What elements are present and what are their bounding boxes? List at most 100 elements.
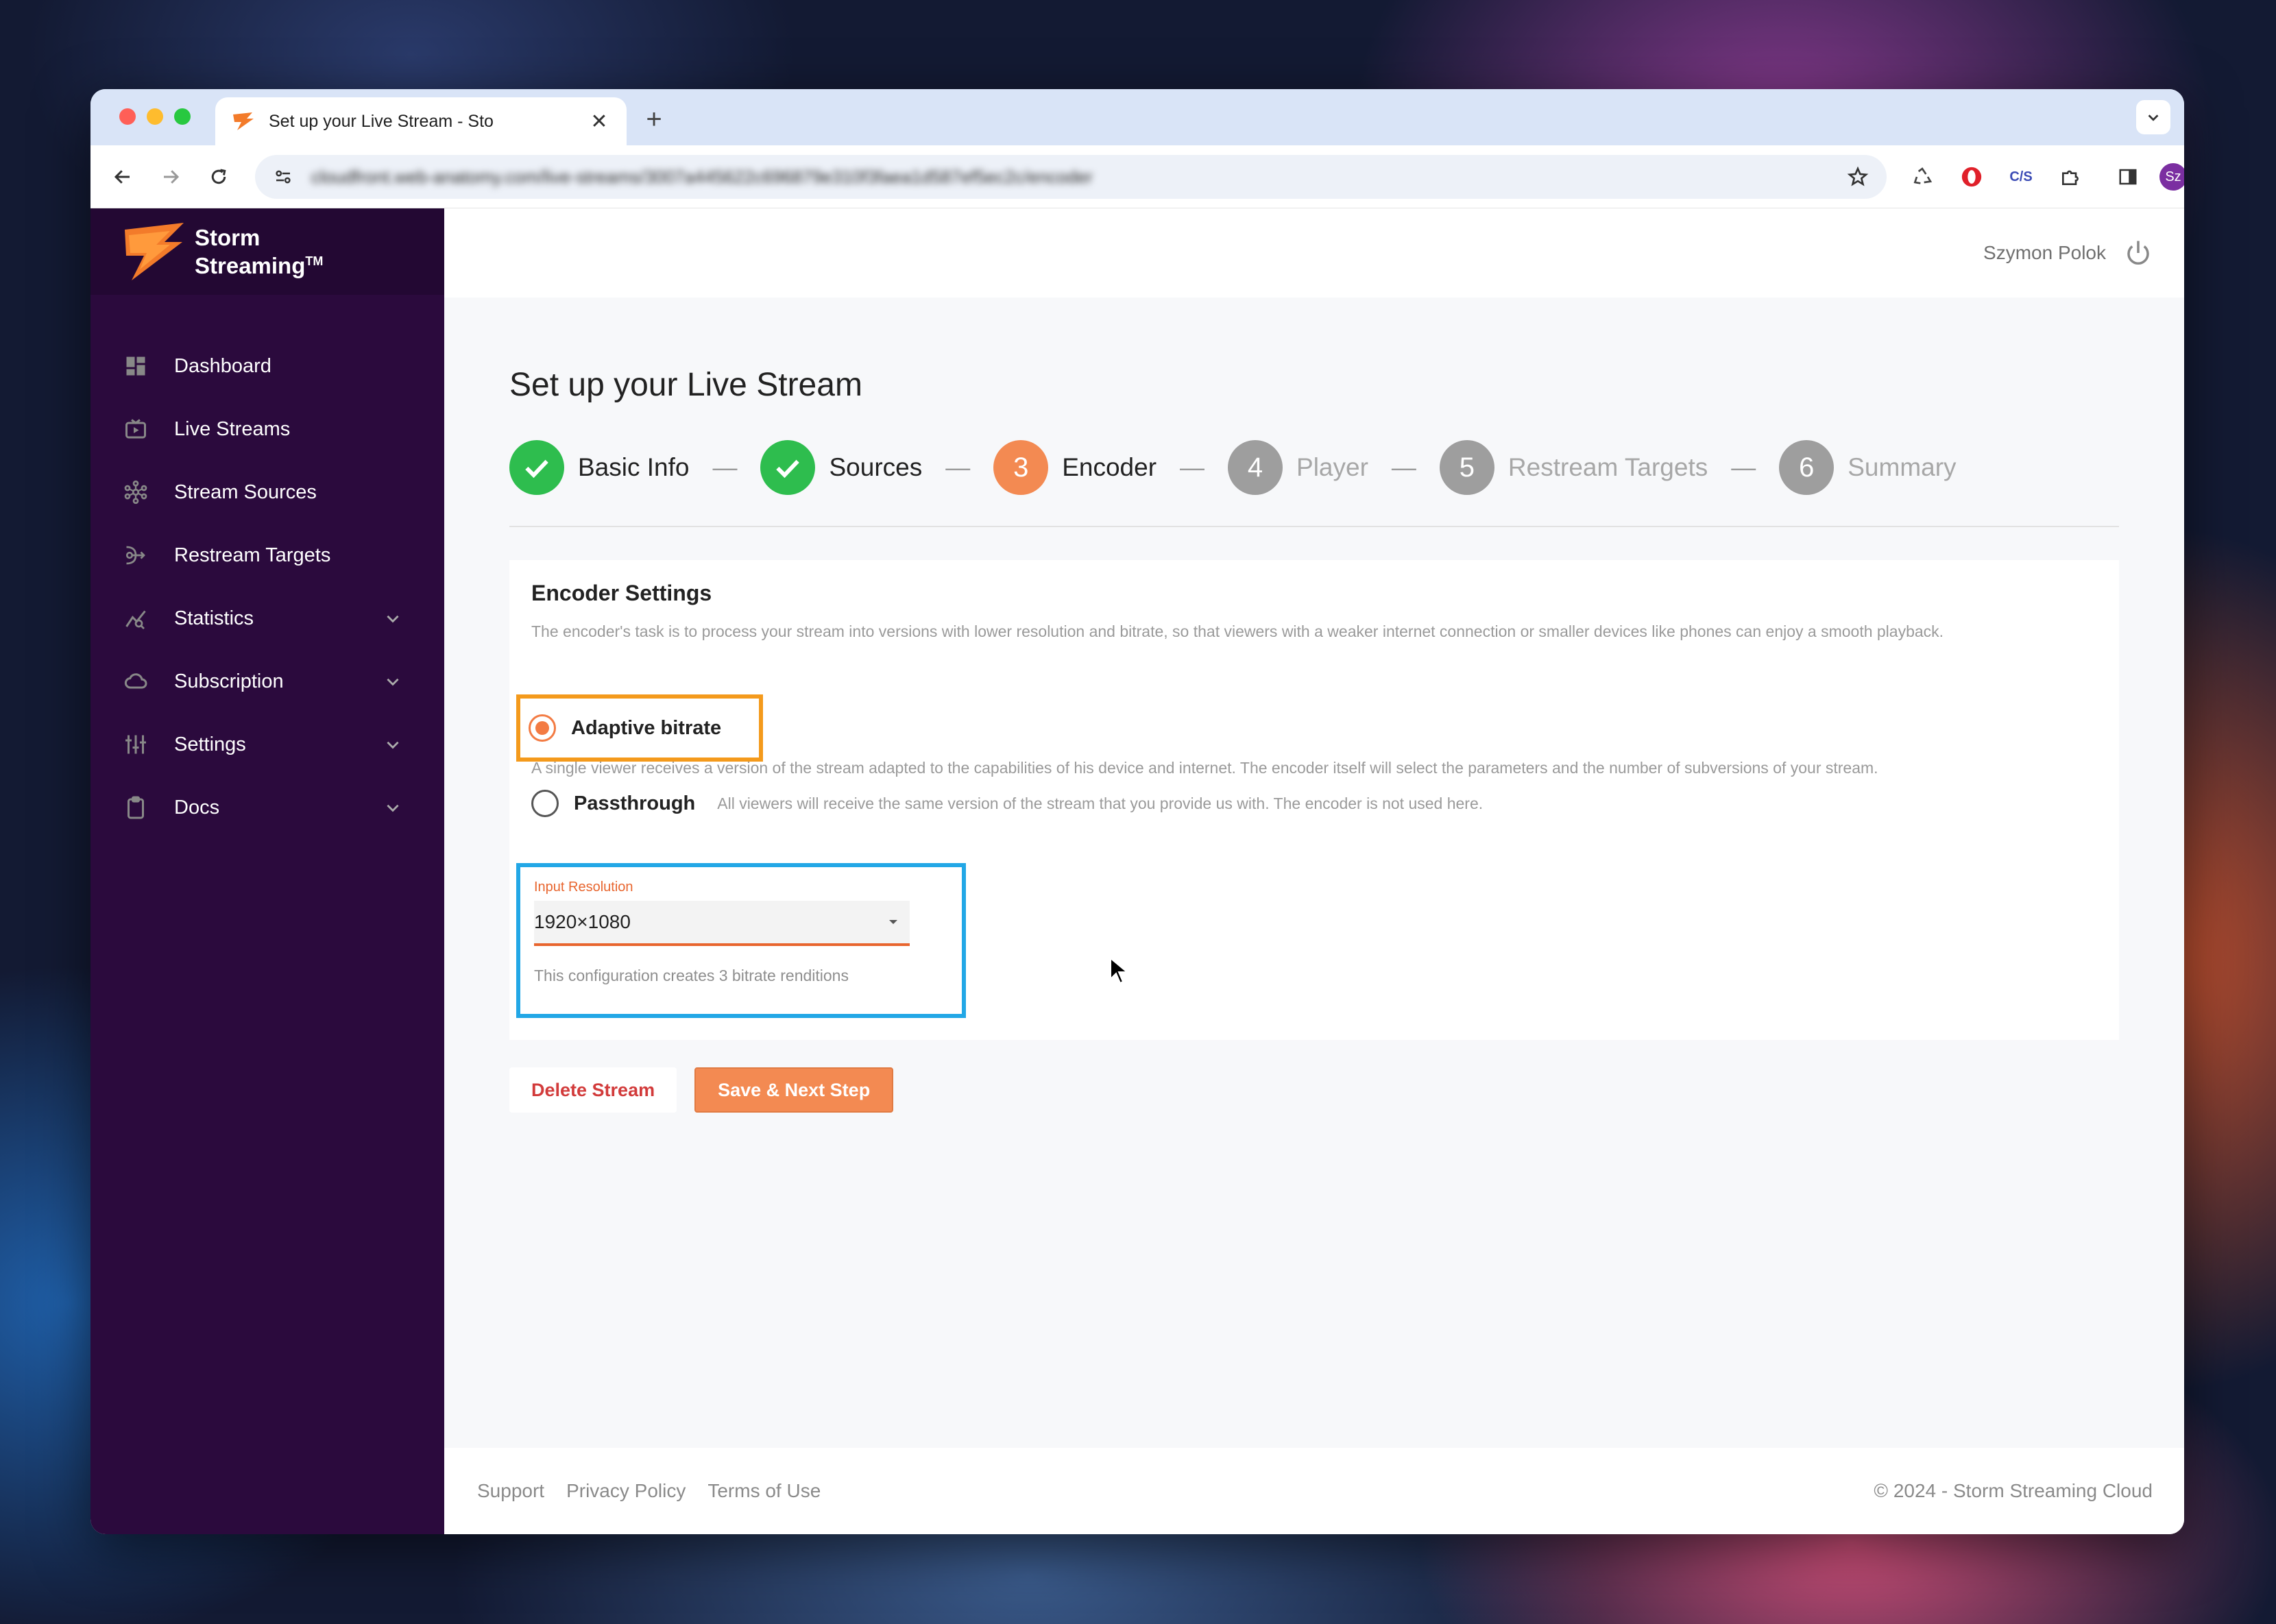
sidebar-item-label: Restream Targets [174, 544, 331, 566]
footer-link-privacy-policy[interactable]: Privacy Policy [566, 1480, 686, 1502]
reload-button[interactable] [203, 161, 234, 193]
minimize-window-button[interactable] [147, 108, 163, 125]
new-tab-button[interactable]: + [639, 104, 669, 134]
tab-title: Set up your Live Stream - Sto [269, 111, 494, 131]
sidebar-item-docs[interactable]: Docs [90, 776, 444, 839]
main-content: Szymon Polok Set up your Live Stream Bas… [444, 208, 2184, 1534]
save-next-step-button[interactable]: Save & Next Step [694, 1067, 894, 1113]
sidebar-item-stream-sources[interactable]: Stream Sources [90, 461, 444, 524]
sidebar-item-label: Settings [174, 733, 246, 755]
arrow-right-icon [164, 170, 180, 184]
page-content: Set up your Live Stream Basic Info — Sou… [444, 366, 2184, 1113]
footer-link-terms-of-use[interactable]: Terms of Use [707, 1480, 821, 1502]
sidebar-item-label: Statistics [174, 607, 254, 629]
side-panel-button[interactable] [2113, 162, 2143, 192]
radio-adaptive-bitrate[interactable] [529, 714, 556, 742]
step-number: 4 [1228, 440, 1283, 495]
restream-targets-icon [122, 542, 149, 569]
back-button[interactable] [107, 161, 138, 193]
step-separator: — [945, 453, 971, 481]
step-player[interactable]: 4 Player [1228, 440, 1368, 495]
radio-passthrough[interactable] [531, 790, 559, 817]
tab-search-button[interactable] [2136, 100, 2170, 134]
mouse-cursor-icon [1110, 957, 1128, 984]
browser-toolbar: cloudfront.web-anatomy.com/live-streams/… [90, 145, 2184, 208]
power-icon[interactable] [2124, 239, 2153, 267]
step-basic-info[interactable]: Basic Info [509, 440, 689, 495]
passthrough-description: All viewers will receive the same versio… [717, 794, 1484, 812]
extension-cs-button[interactable]: C/S [2006, 162, 2036, 192]
sidebar-item-settings[interactable]: Settings [90, 713, 444, 776]
url-text[interactable]: cloudfront.web-anatomy.com/live-streams/… [311, 167, 1829, 188]
input-resolution-select[interactable]: 1920×1080 [534, 901, 910, 946]
page-title: Set up your Live Stream [509, 367, 862, 403]
chevron-down-icon [387, 678, 399, 686]
step-number: 5 [1439, 440, 1494, 495]
sidebar-item-dashboard[interactable]: Dashboard [90, 335, 444, 398]
adaptive-bitrate-label[interactable]: Adaptive bitrate [571, 717, 721, 740]
sidebar-item-label: Docs [174, 796, 220, 819]
user-name[interactable]: Szymon Polok [1983, 242, 2106, 264]
browser-tab-active[interactable]: Set up your Live Stream - Sto ✕ [215, 97, 627, 145]
brand-line-1: Storm [195, 224, 261, 250]
sidebar: Storm StreamingTM Dashboard Live Streams [90, 208, 444, 1534]
step-separator: — [1391, 453, 1416, 481]
footer-link-support[interactable]: Support [477, 1480, 544, 1502]
sidebar-item-subscription[interactable]: Subscription [90, 650, 444, 713]
passthrough-option[interactable]: Passthrough All viewers will receive the… [531, 790, 1483, 817]
browser-window: Set up your Live Stream - Sto ✕ + cloudf… [90, 89, 2184, 1534]
check-icon [760, 440, 816, 495]
extensions-button[interactable] [2055, 162, 2085, 192]
forward-button[interactable] [155, 161, 186, 193]
sidebar-item-restream-targets[interactable]: Restream Targets [90, 524, 444, 587]
brand-name: Storm StreamingTM [195, 226, 323, 278]
chevron-down-icon [387, 804, 399, 812]
step-separator: — [1731, 453, 1756, 481]
extension-opera-button[interactable] [1957, 162, 1987, 192]
input-resolution-label: Input Resolution [534, 880, 633, 895]
step-label: Restream Targets [1508, 453, 1708, 481]
opera-icon [1961, 167, 1982, 187]
step-number: 6 [1779, 440, 1835, 495]
puzzle-icon [2062, 170, 2079, 185]
sidebar-item-live-streams[interactable]: Live Streams [90, 398, 444, 461]
sidebar-item-statistics[interactable]: Statistics [90, 587, 444, 650]
sidebar-item-label: Dashboard [174, 354, 271, 377]
step-restream-targets[interactable]: 5 Restream Targets [1439, 440, 1708, 495]
encoder-settings-description: The encoder's task is to process your st… [531, 622, 1944, 640]
delete-stream-button[interactable]: Delete Stream [509, 1067, 677, 1113]
step-label: Basic Info [578, 453, 690, 481]
brand-logo[interactable]: Storm StreamingTM [90, 208, 444, 295]
brand-trademark: TM [305, 254, 324, 268]
check-icon [509, 440, 564, 495]
site-settings-icon[interactable] [273, 167, 293, 187]
star-bookmark-icon[interactable] [1847, 166, 1869, 188]
sidebar-menu: Dashboard Live Streams Stream Sources Re… [90, 335, 444, 839]
chevron-down-icon [2148, 114, 2159, 121]
input-resolution-value: 1920×1080 [534, 911, 631, 932]
encoder-settings-card: Encoder Settings The encoder's task is t… [509, 560, 2119, 1040]
clipboard-icon [122, 794, 149, 821]
passthrough-label[interactable]: Passthrough [574, 792, 695, 815]
step-label: Sources [829, 453, 923, 481]
tab-close-icon[interactable]: ✕ [588, 110, 610, 134]
cloud-icon [122, 668, 149, 695]
profile-button[interactable]: Sz [2158, 162, 2184, 192]
extension-recycle-button[interactable] [1907, 162, 1937, 192]
input-resolution-hint: This configuration creates 3 bitrate ren… [534, 967, 849, 984]
adaptive-bitrate-description: A single viewer receives a version of th… [531, 759, 1878, 777]
sliders-icon [122, 731, 149, 758]
step-encoder[interactable]: 3 Encoder [993, 440, 1157, 495]
step-summary[interactable]: 6 Summary [1779, 440, 1957, 495]
step-sources[interactable]: Sources [760, 440, 922, 495]
setup-stepper: Basic Info — Sources — 3 Encoder — 4 Pla… [509, 439, 2119, 496]
caret-down-icon [889, 920, 897, 924]
app: Storm StreamingTM Dashboard Live Streams [90, 208, 2184, 1534]
sidebar-item-label: Stream Sources [174, 481, 317, 503]
footer: Support Privacy Policy Terms of Use © 20… [444, 1448, 2184, 1534]
address-bar[interactable]: cloudfront.web-anatomy.com/live-streams/… [255, 155, 1887, 199]
maximize-window-button[interactable] [174, 108, 191, 125]
step-separator: — [1180, 453, 1205, 481]
adaptive-bitrate-option[interactable]: Adaptive bitrate [516, 694, 763, 762]
close-window-button[interactable] [119, 108, 136, 125]
